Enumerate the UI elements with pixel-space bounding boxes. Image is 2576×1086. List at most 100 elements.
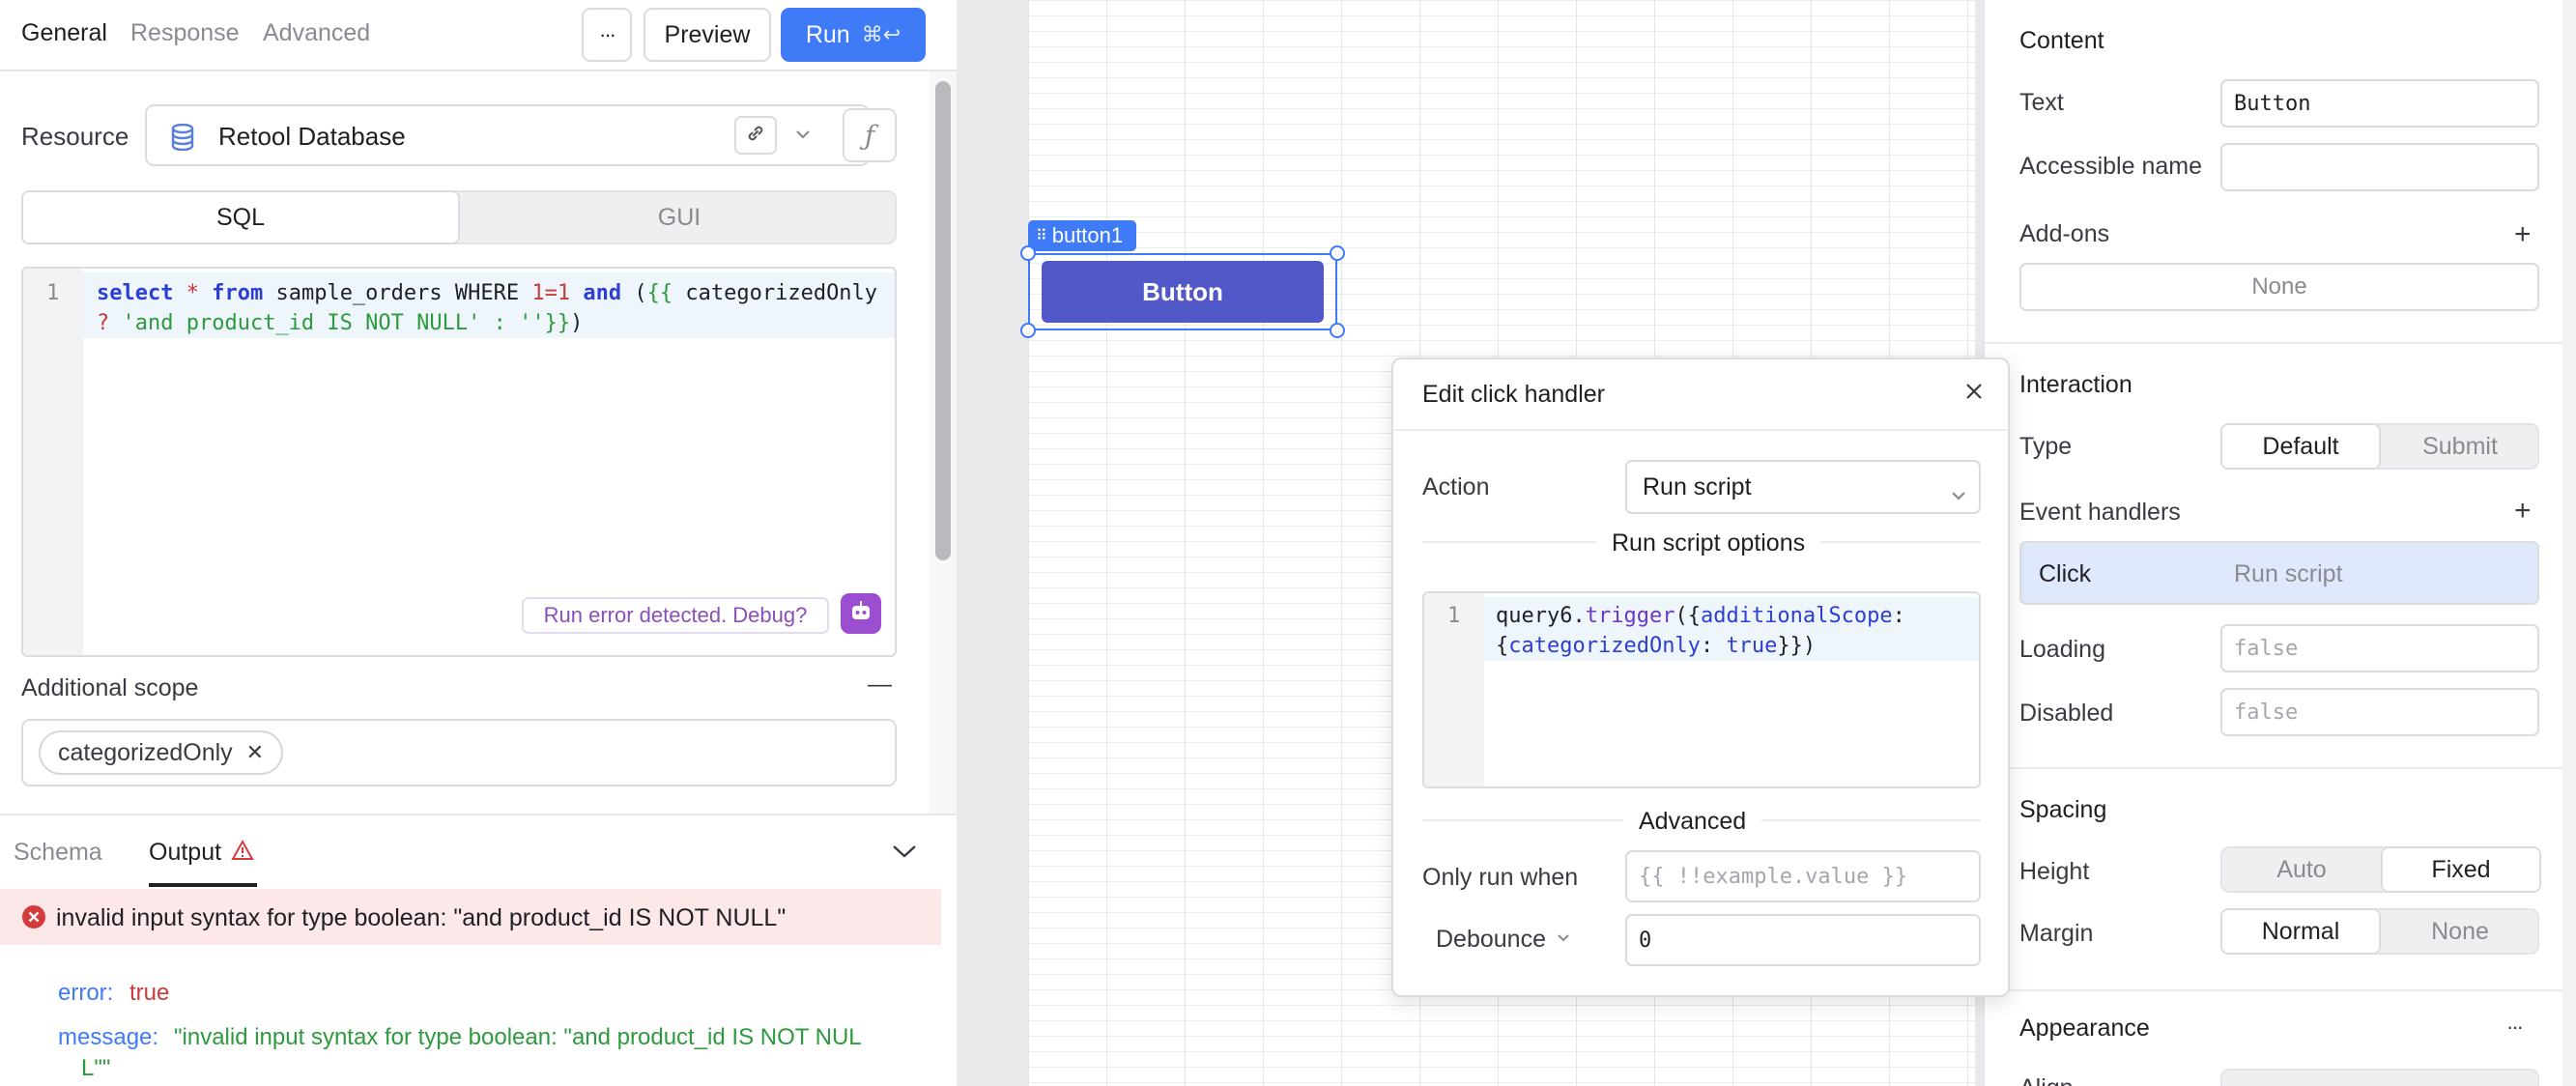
action-label: Action	[1422, 473, 1490, 500]
canvas-button[interactable]: Button	[1042, 261, 1324, 323]
align-label: Align	[2019, 1074, 2074, 1086]
loading-input[interactable]: false	[2220, 624, 2539, 672]
debug-assistant-button[interactable]	[841, 593, 881, 634]
sql-editor[interactable]: 1 select * from sample_orders WHERE 1=1 …	[21, 267, 897, 657]
height-auto-option[interactable]: Auto	[2222, 848, 2381, 891]
error-icon	[21, 904, 46, 934]
mode-gui-option[interactable]: GUI	[462, 192, 897, 243]
query-editor-panel: General Response Advanced ··· Preview Ru…	[0, 0, 957, 1086]
disabled-input[interactable]: false	[2220, 688, 2539, 736]
height-fixed-option[interactable]: Fixed	[2381, 846, 2541, 893]
tab-output[interactable]: Output	[149, 839, 254, 867]
accessible-name-label: Accessible name	[2019, 153, 2202, 180]
only-run-when-label: Only run when	[1422, 864, 1579, 891]
chevron-down-icon[interactable]	[794, 128, 812, 146]
resize-handle[interactable]	[1330, 323, 1345, 338]
margin-none-option[interactable]: None	[2381, 910, 2539, 953]
add-handler-icon[interactable]: +	[2514, 495, 2532, 528]
resource-label: Resource	[21, 122, 129, 151]
code-token: true	[1726, 634, 1778, 658]
action-value: Run script	[1643, 472, 1752, 500]
close-icon[interactable]: ✕	[246, 740, 264, 765]
debug-hint-button[interactable]: Run error detected. Debug?	[522, 597, 829, 634]
script-line-1: query6.trigger({additionalScope:	[1496, 601, 1905, 631]
section-title-content: Content	[2019, 27, 2104, 54]
advanced-label: Advanced	[1623, 808, 1762, 836]
resize-handle[interactable]	[1020, 323, 1036, 338]
script-editor[interactable]: 1 query6.trigger({additionalScope: {cate…	[1422, 591, 1981, 788]
resize-handle[interactable]	[1020, 245, 1036, 261]
transformer-button[interactable]: ƒ	[843, 108, 897, 162]
action-select[interactable]: Run script	[1625, 460, 1981, 514]
tab-general[interactable]: General	[21, 19, 107, 47]
tab-advanced[interactable]: Advanced	[263, 19, 370, 47]
mode-sql-option[interactable]: SQL	[21, 190, 460, 244]
chevron-down-icon	[1556, 931, 1571, 949]
sql-token: =	[544, 281, 558, 305]
drag-handle-icon[interactable]: ⠿	[1036, 226, 1047, 245]
appearance-more-button[interactable]: ···	[2506, 1015, 2524, 1040]
event-handler-row[interactable]: Click Run script	[2019, 541, 2539, 605]
handler-event: Click	[2039, 560, 2092, 587]
accessible-name-input[interactable]	[2220, 143, 2539, 191]
popover-title: Edit click handler	[1422, 381, 1605, 408]
additional-scope-field[interactable]: categorizedOnly ✕	[21, 719, 897, 786]
add-addon-icon[interactable]: +	[2514, 218, 2532, 251]
debounce-select[interactable]: Debounce	[1436, 926, 1571, 954]
resize-handle[interactable]	[1330, 245, 1345, 261]
run-button[interactable]: Run ⌘↩	[781, 8, 926, 62]
database-icon	[170, 123, 195, 156]
tab-response[interactable]: Response	[130, 19, 240, 47]
type-submit-option[interactable]: Submit	[2381, 425, 2539, 468]
code-token: {	[1496, 634, 1509, 658]
sql-token: (	[621, 281, 647, 305]
result-message-value: "invalid input syntax for type boolean: …	[174, 1024, 862, 1050]
link-resource-button[interactable]	[734, 116, 777, 155]
output-panel: Schema Output invalid input syntax for t…	[0, 814, 957, 1086]
text-input[interactable]: Button	[2220, 79, 2539, 128]
active-tab-indicator	[149, 883, 257, 887]
tab-schema[interactable]: Schema	[14, 839, 102, 867]
sql-token: {{	[646, 281, 673, 305]
preview-button[interactable]: Preview	[644, 8, 771, 62]
code-token: :	[1892, 604, 1905, 628]
type-toggle: Default Submit	[2220, 423, 2539, 470]
scrollbar-thumb[interactable]	[935, 81, 951, 560]
close-icon[interactable]	[1963, 381, 1985, 407]
inspector-scrollbar[interactable]	[2562, 0, 2576, 1086]
handler-action: Run script	[2234, 560, 2343, 587]
only-run-when-input[interactable]: {{ !!example.value }}	[1625, 850, 1981, 902]
code-token: query6	[1496, 604, 1573, 628]
more-icon: ···	[599, 22, 616, 46]
resource-select[interactable]: Retool Database	[145, 104, 870, 166]
divider	[1985, 342, 2576, 344]
scope-pill: categorizedOnly ✕	[39, 730, 284, 775]
divider	[1985, 767, 2576, 769]
run-shortcut: ⌘↩	[861, 22, 902, 46]
margin-toggle: Normal None	[2220, 908, 2539, 955]
addons-field[interactable]: None	[2019, 263, 2539, 311]
result-error-value: true	[129, 980, 170, 1006]
scrollbar-track	[930, 71, 957, 815]
sql-token: from	[212, 281, 264, 305]
edit-click-handler-popover: Edit click handler Action Run script Run…	[1391, 357, 2010, 997]
sql-token: }}	[544, 311, 571, 335]
debounce-input[interactable]: 0	[1625, 914, 1981, 966]
chevron-down-icon[interactable]	[891, 843, 918, 865]
mode-toggle: SQL GUI	[21, 190, 897, 244]
error-message: invalid input syntax for type boolean: "…	[56, 904, 787, 931]
component-name-tag[interactable]: ⠿ button1	[1028, 220, 1136, 251]
code-token: trigger	[1585, 604, 1675, 628]
margin-normal-option[interactable]: Normal	[2220, 908, 2381, 955]
line-number: 1	[1447, 604, 1461, 628]
code-token: .	[1572, 604, 1586, 628]
type-default-option[interactable]: Default	[2220, 423, 2381, 470]
collapse-scope-button[interactable]: —	[868, 671, 892, 699]
line-number: 1	[46, 281, 60, 305]
height-toggle: Auto Fixed	[2220, 846, 2541, 893]
align-toggle[interactable]	[2220, 1069, 2539, 1086]
more-options-button[interactable]: ···	[582, 8, 632, 62]
run-script-options-label: Run script options	[1596, 529, 1821, 557]
section-title-spacing: Spacing	[2019, 796, 2107, 823]
